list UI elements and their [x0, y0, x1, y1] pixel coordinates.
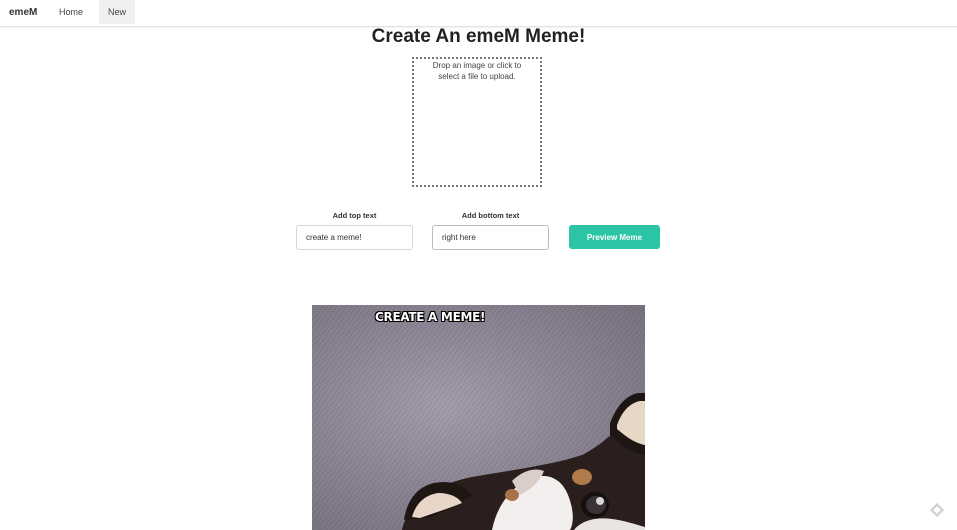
brand-logo[interactable]: emeM: [9, 7, 37, 18]
bottom-text-input[interactable]: [432, 225, 549, 250]
nav-link-home[interactable]: Home: [51, 0, 91, 24]
diamond-logo-icon: [930, 503, 944, 517]
dropzone-instructions: Drop an image or click to select a file …: [432, 61, 522, 81]
meme-preview: CREATE A MEME!: [312, 305, 645, 530]
top-navbar: emeM Home New: [0, 0, 957, 27]
image-dropzone[interactable]: Drop an image or click to select a file …: [412, 57, 542, 187]
bottom-text-label: Add bottom text: [461, 211, 520, 220]
nav-link-new[interactable]: New: [99, 0, 135, 24]
preview-meme-button[interactable]: Preview Meme: [569, 225, 660, 249]
dog-photo: [402, 393, 645, 530]
page-title: Create An emeM Meme!: [371, 26, 586, 47]
meme-top-caption: CREATE A MEME!: [375, 310, 486, 324]
top-text-input[interactable]: [296, 225, 413, 250]
top-text-label: Add top text: [332, 211, 377, 220]
